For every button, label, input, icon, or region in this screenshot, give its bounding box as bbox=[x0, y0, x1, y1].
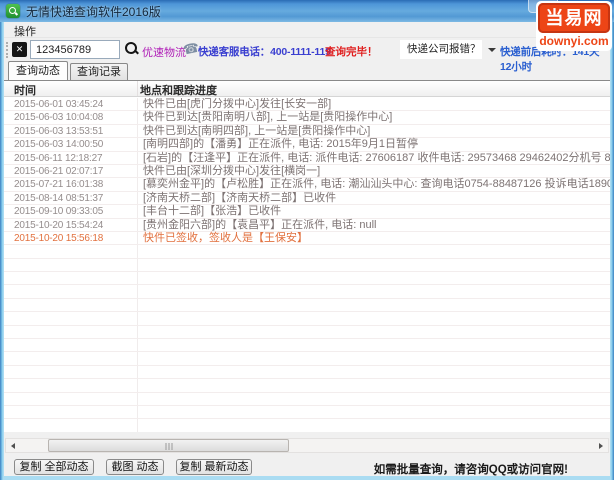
title-bar[interactable]: 无情快递查询软件2016版 bbox=[0, 0, 614, 22]
footer-bar: 复制 全部动态 截图 动态 复制 最新动态 如需批量查询，请咨询QQ或访问官网! bbox=[4, 458, 610, 476]
table-row[interactable]: 2015-10-20 15:54:24 [贵州金阳六部]的【袁昌平】正在派件, … bbox=[4, 219, 610, 232]
row-time: 2015-06-03 13:53:51 bbox=[14, 125, 104, 137]
table-row[interactable]: 2015-09-10 09:33:05 [丰台十二部]【张浩】已收件 bbox=[4, 205, 610, 219]
table-row[interactable]: 2015-06-03 14:00:50 [南明四部]的【潘勇】正在派件, 电话:… bbox=[4, 138, 610, 152]
scroll-left-arrow-icon[interactable] bbox=[6, 439, 21, 452]
scroll-right-arrow-icon[interactable] bbox=[593, 439, 608, 452]
service-phone-text: 快递客服电话：400-1111-119 bbox=[198, 46, 331, 58]
tab-strip: 查询动态 查询记录 bbox=[4, 61, 610, 80]
watermark-badge: 当易网 downyi.com bbox=[536, 1, 612, 51]
table-row[interactable] bbox=[4, 245, 610, 259]
row-progress: 快件已签收，签收人是【王保安】 bbox=[143, 231, 308, 244]
tracking-table: 时间 地点和跟踪进度 2015-06-01 03:45:24 快件已由[虎门分拨… bbox=[4, 80, 610, 432]
row-progress: [石岩]的【汪逢平】正在派件, 电话: 派件电话: 27606187 收件电话:… bbox=[143, 151, 610, 164]
horizontal-scrollbar[interactable] bbox=[5, 438, 609, 453]
watermark-logo: 当易网 bbox=[538, 3, 610, 33]
table-row[interactable] bbox=[4, 406, 610, 420]
copy-all-button[interactable]: 复制 全部动态 bbox=[14, 459, 94, 475]
client-area: 操作 ✕ 优速物流 ☎ 快递客服电话：400-1111-119 查询完毕！ 快递… bbox=[4, 22, 610, 476]
row-progress: 快件已到达[南明四部], 上一站是[贵阳操作中心] bbox=[143, 124, 371, 137]
table-row[interactable] bbox=[4, 379, 610, 393]
row-time: 2015-06-03 14:00:50 bbox=[14, 139, 104, 151]
row-progress: 快件已由[深圳分拨中心]发往[横岗一] bbox=[143, 164, 321, 177]
tracking-number-input[interactable] bbox=[30, 40, 120, 59]
batch-query-note: 如需批量查询，请咨询QQ或访问官网! bbox=[373, 464, 568, 476]
row-time: 2015-06-03 10:04:08 bbox=[14, 112, 104, 124]
scrollbar-thumb[interactable] bbox=[48, 439, 289, 452]
table-row[interactable]: 2015-07-21 16:01:38 [慕奕州金平]的【卢松胜】正在派件, 电… bbox=[4, 178, 610, 192]
screenshot-button[interactable]: 截图 动态 bbox=[106, 459, 164, 475]
window-title: 无情快递查询软件2016版 bbox=[26, 4, 161, 19]
table-row[interactable] bbox=[4, 352, 610, 366]
column-header-progress[interactable]: 地点和跟踪进度 bbox=[140, 82, 217, 98]
table-row[interactable] bbox=[4, 339, 610, 353]
table-row[interactable]: 2015-06-11 12:18:27 [石岩]的【汪逢平】正在派件, 电话: … bbox=[4, 152, 610, 165]
table-row[interactable]: 2015-06-01 03:45:24 快件已由[虎门分拨中心]发往[长安一部] bbox=[4, 98, 610, 112]
column-separator bbox=[137, 81, 138, 96]
tab-query-progress[interactable]: 查询动态 bbox=[8, 61, 68, 80]
row-progress: [丰台十二部]【张浩】已收件 bbox=[143, 205, 282, 218]
table-row[interactable] bbox=[4, 326, 610, 340]
row-time: 2015-07-21 16:01:38 bbox=[14, 179, 104, 191]
table-row[interactable] bbox=[4, 393, 610, 406]
app-logo-search-icon bbox=[6, 4, 20, 18]
table-row[interactable]: 2015-06-03 13:53:51 快件已到达[南明四部], 上一站是[贵阳… bbox=[4, 124, 610, 139]
clear-button[interactable]: ✕ bbox=[12, 42, 27, 57]
copy-latest-button[interactable]: 复制 最新动态 bbox=[176, 459, 252, 475]
row-time: 2015-10-20 15:56:18 bbox=[14, 232, 104, 244]
row-progress: 快件已由[虎门分拨中心]发往[长安一部] bbox=[143, 98, 332, 110]
menu-item-operation[interactable]: 操作 bbox=[14, 23, 36, 39]
table-row[interactable]: 2015-06-21 02:07:17 快件已由[深圳分拨中心]发往[横岗一] bbox=[4, 164, 610, 179]
menu-bar: 操作 bbox=[4, 22, 610, 38]
scrollbar-grip-icon bbox=[165, 443, 172, 450]
row-time: 2015-06-21 02:07:17 bbox=[14, 165, 104, 177]
column-header-time[interactable]: 时间 bbox=[14, 82, 36, 98]
table-header: 时间 地点和跟踪进度 bbox=[4, 81, 610, 97]
toolbar-grip-handle[interactable] bbox=[6, 42, 8, 58]
search-icon[interactable] bbox=[125, 42, 139, 56]
row-time: 2015-09-10 09:33:05 bbox=[14, 206, 104, 218]
tracking-grid[interactable]: 2015-06-01 03:45:24 快件已由[虎门分拨中心]发往[长安一部]… bbox=[4, 98, 610, 432]
row-time: 2015-10-20 15:54:24 bbox=[14, 219, 104, 231]
chevron-down-icon[interactable] bbox=[488, 48, 496, 52]
table-row[interactable] bbox=[4, 285, 610, 299]
table-row[interactable] bbox=[4, 366, 610, 380]
row-progress: [济南天桥二部]【济南天桥二部】已收件 bbox=[143, 191, 337, 204]
table-row[interactable]: 2015-08-14 08:51:37 [济南天桥二部]【济南天桥二部】已收件 bbox=[4, 191, 610, 206]
report-error-dropdown[interactable]: 快递公司报错？ bbox=[400, 40, 482, 59]
app-window: 无情快递查询软件2016版 当易网 downyi.com 操作 ✕ 优速物流 ☎… bbox=[0, 0, 614, 480]
table-row[interactable] bbox=[4, 259, 610, 273]
table-row[interactable] bbox=[4, 299, 610, 313]
table-row[interactable] bbox=[4, 419, 610, 432]
carrier-link[interactable]: 优速物流 bbox=[142, 44, 186, 60]
watermark-domain: downyi.com bbox=[539, 34, 609, 48]
row-progress: [贵州金阳六部]的【袁昌平】正在派件, 电话: null bbox=[143, 218, 377, 231]
query-status-text: 查询完毕！ bbox=[325, 46, 378, 58]
table-row[interactable] bbox=[4, 312, 610, 326]
row-progress: [慕奕州金平]的【卢松胜】正在派件, 电话: 潮汕汕头中心: 查询电话0754-… bbox=[143, 178, 610, 191]
row-progress: [南明四部]的【潘勇】正在派件, 电话: 2015年9月1日暂停 bbox=[143, 138, 419, 151]
tab-query-history[interactable]: 查询记录 bbox=[70, 63, 128, 80]
table-row[interactable]: 2015-06-03 10:04:08 快件已到达[贵阳南明八部], 上一站是[… bbox=[4, 111, 610, 125]
table-row[interactable] bbox=[4, 272, 610, 286]
toolbar: ✕ 优速物流 ☎ 快递客服电话：400-1111-119 查询完毕！ 快递公司报… bbox=[4, 39, 610, 73]
row-progress: 快件已到达[贵阳南明八部], 上一站是[贵阳操作中心] bbox=[143, 111, 393, 124]
row-time: 2015-06-01 03:45:24 bbox=[14, 99, 104, 110]
row-time: 2015-06-11 12:18:27 bbox=[14, 152, 103, 164]
table-row[interactable]: 2015-10-20 15:56:18 快件已签收，签收人是【王保安】 bbox=[4, 231, 610, 246]
row-time: 2015-08-14 08:51:37 bbox=[14, 192, 104, 204]
